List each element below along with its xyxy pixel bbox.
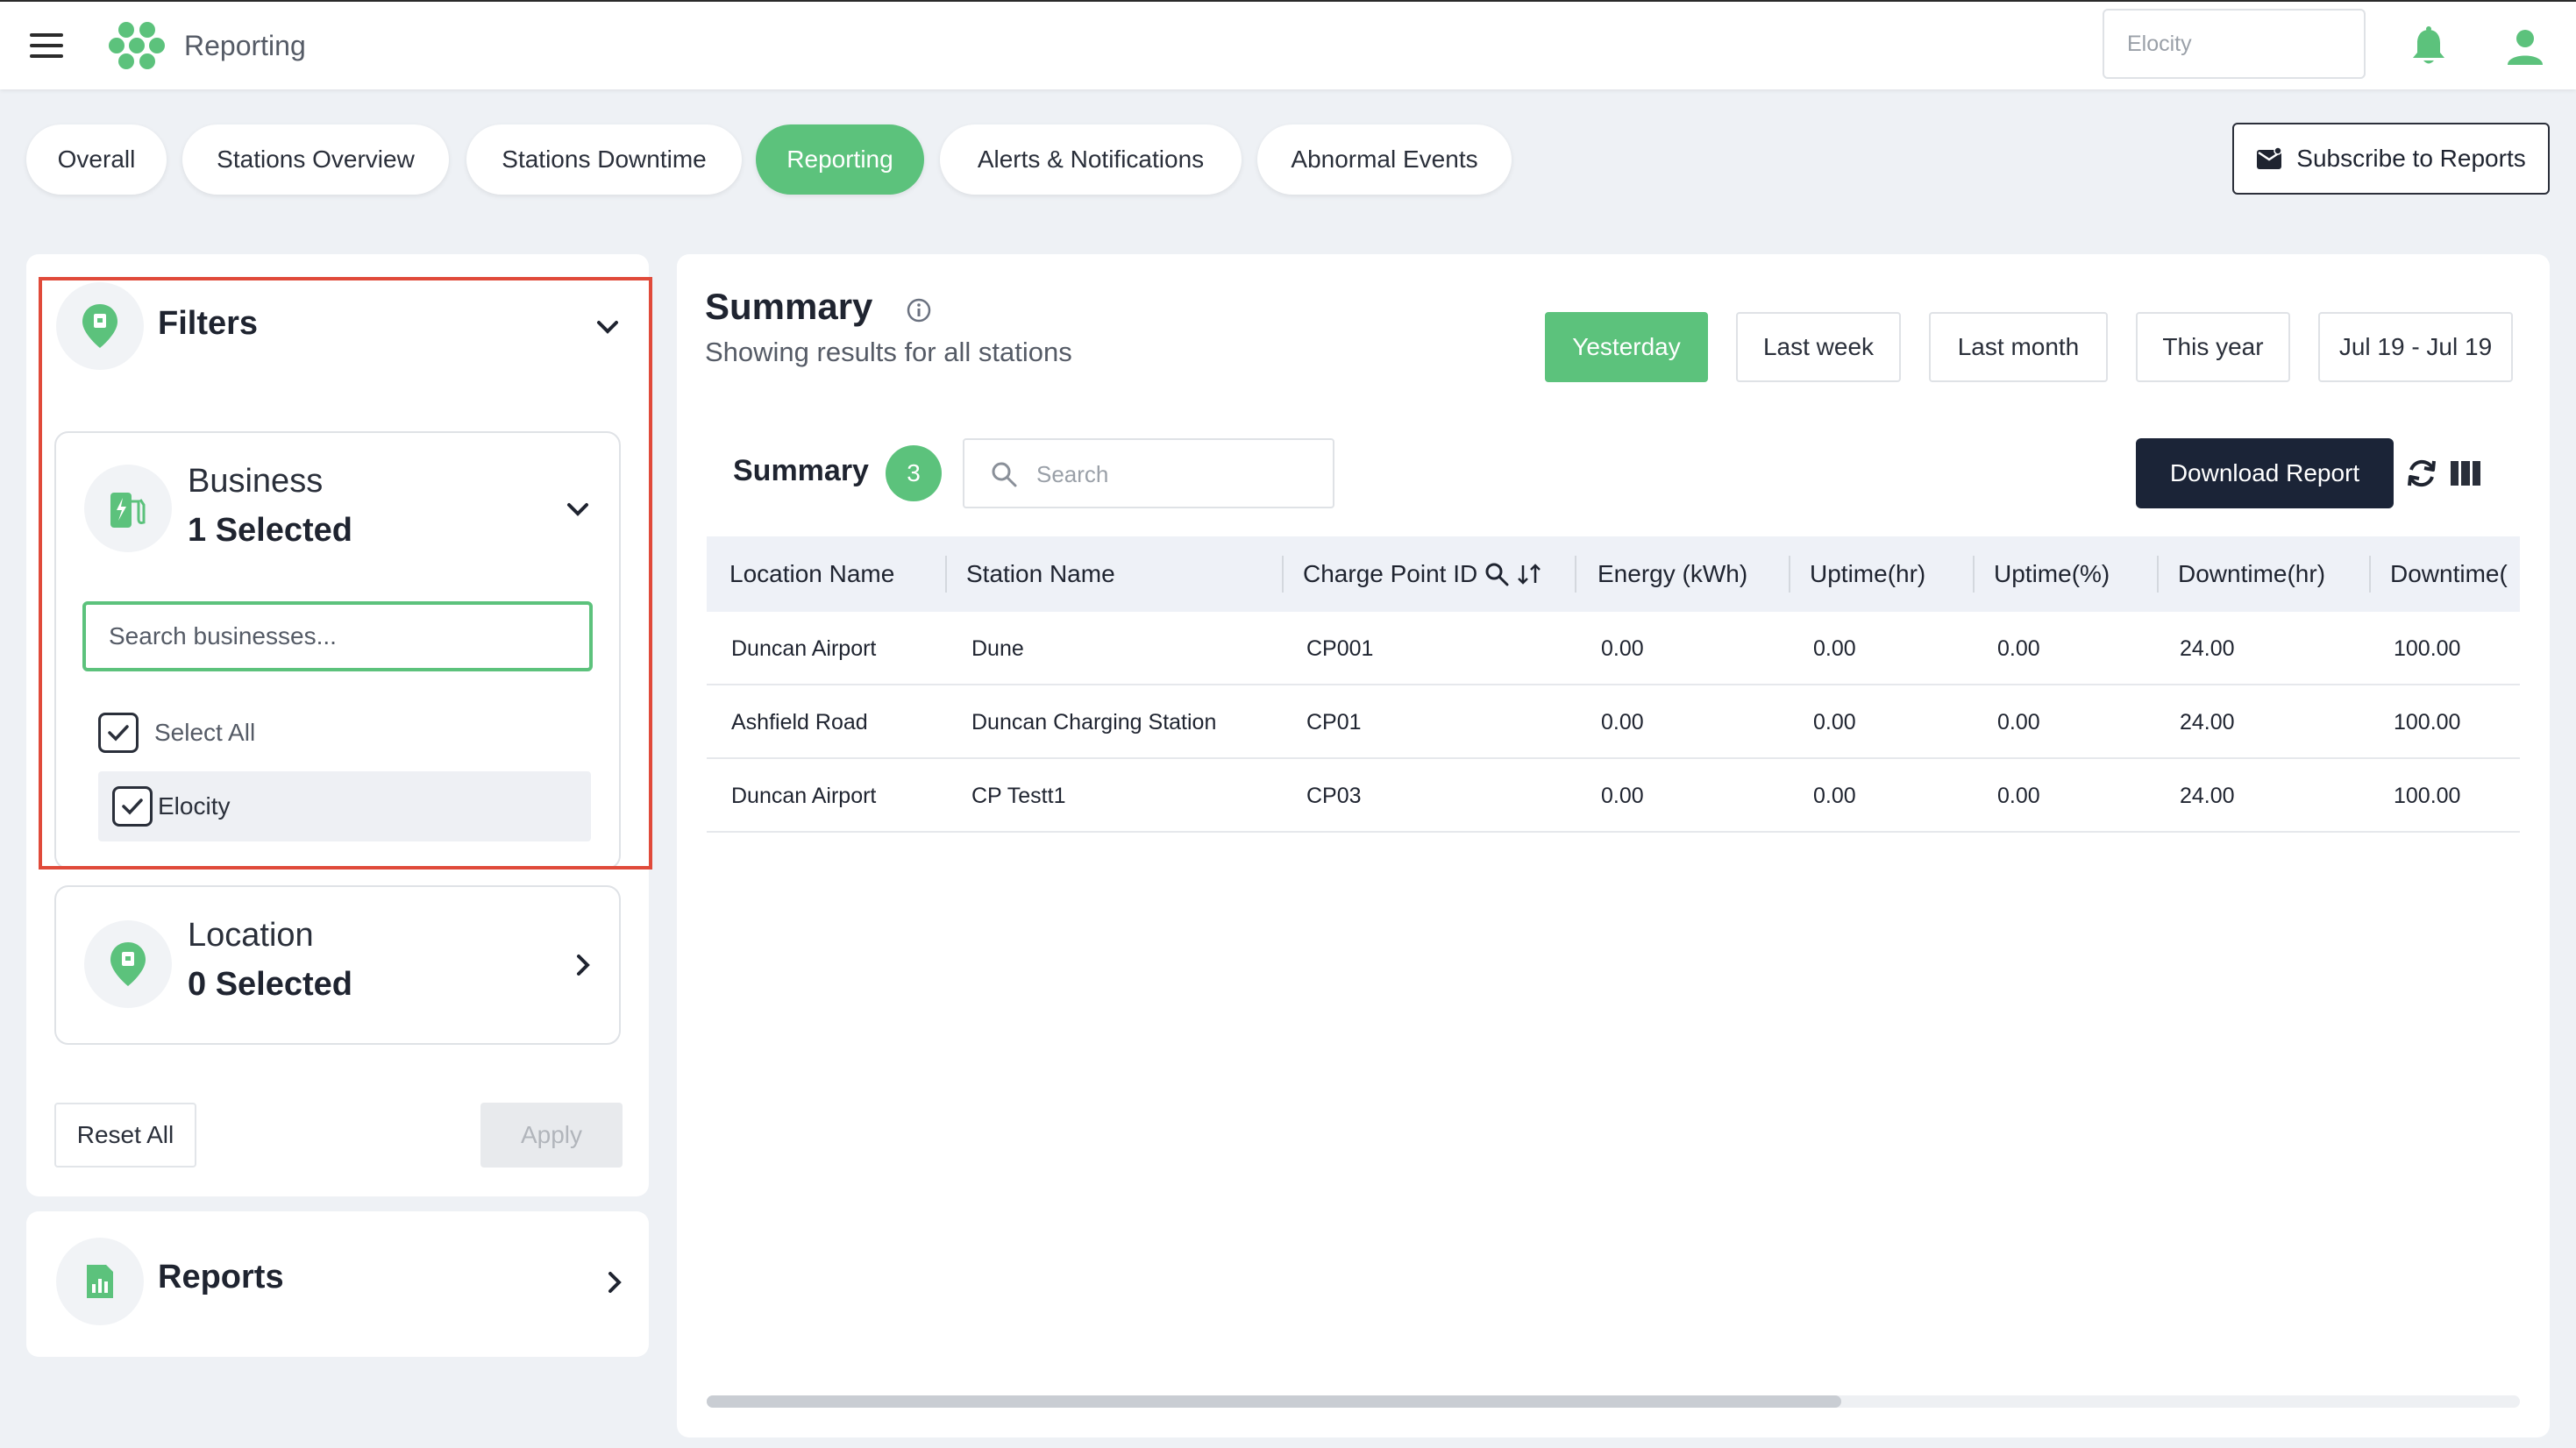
- column-divider: [2369, 556, 2371, 593]
- summary-title: Summary: [705, 286, 873, 327]
- column-uptime-percent[interactable]: Uptime(%): [1994, 536, 2110, 612]
- cell-downtime-percent: 100.00: [2394, 783, 2461, 808]
- table-row[interactable]: Duncan Airport CP Testt1 CP03 0.00 0.00 …: [707, 759, 2520, 833]
- search-icon: [992, 462, 1017, 487]
- column-energy[interactable]: Energy (kWh): [1598, 536, 1747, 612]
- tab-alerts-notifications[interactable]: Alerts & Notifications: [940, 124, 1242, 195]
- table-search-placeholder: Search: [1036, 461, 1109, 487]
- range-last-month-button[interactable]: Last month: [1929, 312, 2108, 382]
- tab-abnormal-events[interactable]: Abnormal Events: [1257, 124, 1512, 195]
- app-title: Reporting: [184, 30, 306, 61]
- column-charge-point-id[interactable]: Charge Point ID: [1303, 536, 1542, 612]
- cell-energy: 0.00: [1601, 783, 1644, 808]
- horizontal-scrollbar-thumb[interactable]: [707, 1395, 1841, 1408]
- organization-select[interactable]: Elocity: [2103, 9, 2366, 79]
- range-last-week-button[interactable]: Last week: [1736, 312, 1901, 382]
- table-header: Location Name Station Name Charge Point …: [707, 536, 2520, 612]
- column-divider: [945, 556, 947, 593]
- reports-title: Reports: [158, 1259, 284, 1295]
- cell-downtime-hr: 24.00: [2180, 635, 2235, 661]
- location-selected-count: 0 Selected: [188, 966, 352, 1003]
- highlight-annotation: [39, 277, 652, 870]
- table-search-input[interactable]: Search: [963, 438, 1334, 508]
- tab-reporting[interactable]: Reporting: [756, 124, 924, 195]
- cell-uptime-hr: 0.00: [1813, 783, 1856, 808]
- apply-button[interactable]: Apply: [480, 1103, 623, 1168]
- user-icon[interactable]: [2506, 28, 2544, 67]
- summary-table: Location Name Station Name Charge Point …: [707, 536, 2520, 834]
- table-row[interactable]: Duncan Airport Dune CP001 0.00 0.00 0.00…: [707, 612, 2520, 685]
- cell-station: Duncan Charging Station: [971, 709, 1217, 735]
- cell-station: CP Testt1: [971, 783, 1066, 808]
- cell-station: Dune: [971, 635, 1024, 661]
- location-filter-title: Location: [188, 917, 314, 954]
- cell-downtime-hr: 24.00: [2180, 709, 2235, 735]
- reports-icon-wrap: [56, 1238, 144, 1325]
- table-title: Summary: [733, 454, 869, 487]
- column-divider: [1282, 556, 1284, 593]
- column-divider: [2157, 556, 2159, 593]
- reset-all-button[interactable]: Reset All: [54, 1103, 196, 1168]
- cell-downtime-hr: 24.00: [2180, 783, 2235, 808]
- charge-point-id-label: Charge Point ID: [1303, 560, 1478, 587]
- cell-charge-point: CP001: [1306, 635, 1374, 661]
- column-station-name[interactable]: Station Name: [966, 536, 1115, 612]
- cell-downtime-percent: 100.00: [2394, 635, 2461, 661]
- cell-charge-point: CP03: [1306, 783, 1362, 808]
- report-document-icon: [87, 1265, 113, 1298]
- summary-subtitle: Showing results for all stations: [705, 337, 1072, 367]
- column-downtime-hr[interactable]: Downtime(hr): [2178, 536, 2325, 612]
- subscribe-label: Subscribe to Reports: [2296, 145, 2526, 172]
- cell-location: Duncan Airport: [731, 635, 877, 661]
- menu-icon[interactable]: [30, 33, 63, 58]
- info-icon[interactable]: [907, 298, 931, 323]
- column-uptime-hr[interactable]: Uptime(hr): [1810, 536, 1925, 612]
- count-badge: 3: [886, 445, 942, 501]
- cell-uptime-percent: 0.00: [1997, 635, 2040, 661]
- tab-stations-downtime[interactable]: Stations Downtime: [466, 124, 742, 195]
- chevron-right-icon[interactable]: [570, 952, 596, 978]
- download-report-button[interactable]: Download Report: [2136, 438, 2394, 508]
- refresh-icon[interactable]: [2404, 456, 2439, 491]
- column-downtime-percent[interactable]: Downtime(: [2390, 536, 2508, 612]
- subscribe-to-reports-button[interactable]: Subscribe to Reports: [2232, 123, 2550, 195]
- logo-icon: [109, 22, 165, 69]
- cell-location: Duncan Airport: [731, 783, 877, 808]
- range-this-year-button[interactable]: This year: [2136, 312, 2290, 382]
- cell-energy: 0.00: [1601, 635, 1644, 661]
- cell-location: Ashfield Road: [731, 709, 868, 735]
- column-search-icon[interactable]: [1484, 562, 1509, 586]
- cell-uptime-percent: 0.00: [1997, 709, 2040, 735]
- summary-panel: [677, 254, 2550, 1437]
- columns-icon[interactable]: [2450, 459, 2481, 487]
- cell-uptime-hr: 0.00: [1813, 709, 1856, 735]
- cell-uptime-hr: 0.00: [1813, 635, 1856, 661]
- cell-energy: 0.00: [1601, 709, 1644, 735]
- date-range-picker[interactable]: Jul 19 - Jul 19: [2318, 312, 2513, 382]
- table-row[interactable]: Ashfield Road Duncan Charging Station CP…: [707, 685, 2520, 759]
- location-icon-wrap: [84, 920, 172, 1008]
- range-yesterday-button[interactable]: Yesterday: [1545, 312, 1708, 382]
- cell-charge-point: CP01: [1306, 709, 1362, 735]
- column-location-name[interactable]: Location Name: [729, 536, 894, 612]
- column-divider: [1789, 556, 1790, 593]
- column-divider: [1575, 556, 1576, 593]
- chevron-right-icon[interactable]: [601, 1269, 628, 1295]
- cell-downtime-percent: 100.00: [2394, 709, 2461, 735]
- mail-icon: [2257, 147, 2283, 169]
- column-divider: [1973, 556, 1975, 593]
- tab-stations-overview[interactable]: Stations Overview: [182, 124, 449, 195]
- sort-icon[interactable]: [1516, 562, 1542, 586]
- location-pin-icon: [110, 942, 146, 986]
- tab-overall[interactable]: Overall: [26, 124, 167, 195]
- top-bar: Reporting Elocity: [0, 0, 2576, 89]
- bell-icon[interactable]: [2409, 26, 2448, 67]
- cell-uptime-percent: 0.00: [1997, 783, 2040, 808]
